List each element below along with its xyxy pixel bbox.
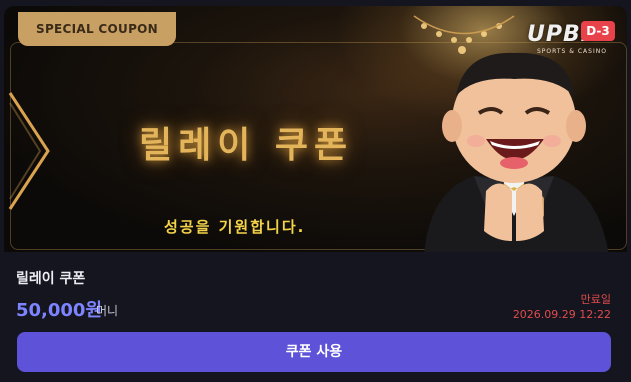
coupon-banner: SPECIAL COUPON 릴레이 쿠폰 성공을 기원합니다. UPBET S… xyxy=(4,6,627,252)
expire-date: 2026.09.29 12:22 xyxy=(512,308,611,321)
special-coupon-tag: SPECIAL COUPON xyxy=(18,12,177,46)
banner-title: 릴레이 쿠폰 xyxy=(139,125,354,166)
days-left-badge: D-3 xyxy=(581,21,615,41)
expire-label: 만료일 xyxy=(580,293,611,306)
coupon-amount: 50,000원 xyxy=(16,300,103,321)
use-coupon-button[interactable]: 쿠폰 사용 xyxy=(17,332,611,372)
logo-sub-text: SPORTS & CASINO xyxy=(537,48,607,55)
coupon-card: SPECIAL COUPON 릴레이 쿠폰 성공을 기원합니다. UPBET S… xyxy=(0,0,631,382)
money-unit-label: 머니 xyxy=(96,304,119,318)
chevron-right-icon xyxy=(8,92,50,210)
banner-subtitle: 성공을 기원합니다. xyxy=(164,218,306,236)
coupon-info: 릴레이 쿠폰 50,000원 머니 만료일 2026.09.29 12:22 쿠… xyxy=(0,258,631,382)
mascot-illustration xyxy=(424,52,609,252)
coupon-name: 릴레이 쿠폰 xyxy=(16,271,86,287)
